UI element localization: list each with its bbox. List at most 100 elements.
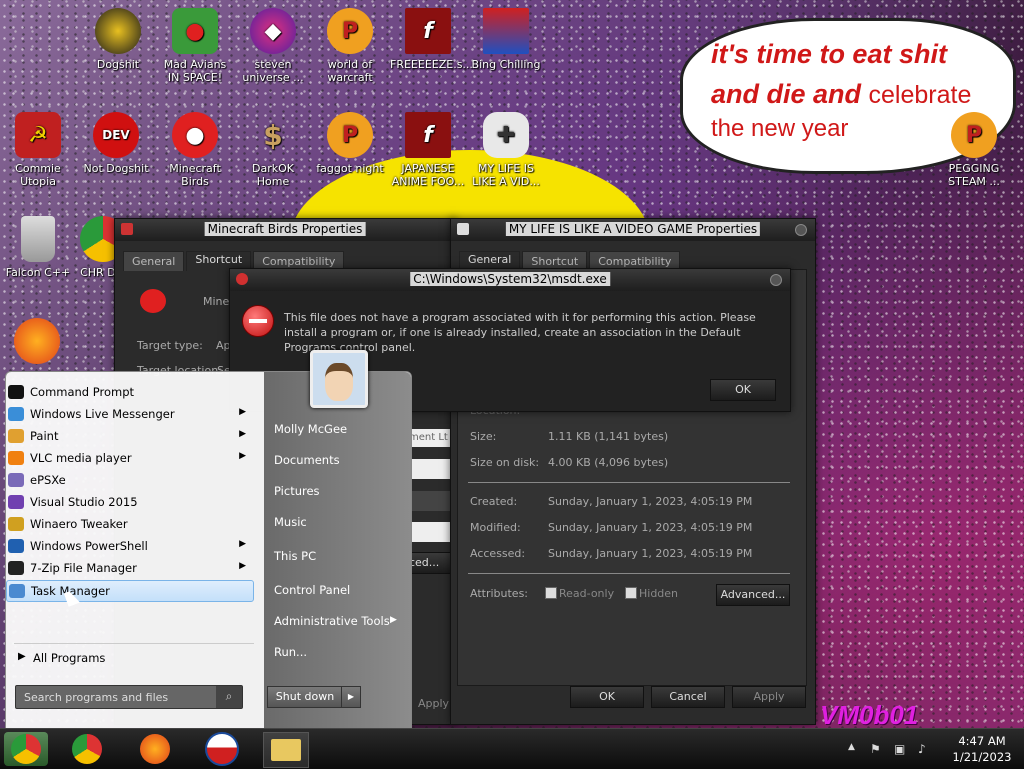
start-program-label: Visual Studio 2015: [30, 495, 138, 509]
window-titlebar[interactable]: Minecraft Birds Properties: [115, 219, 455, 241]
start-program-item[interactable]: Windows Live Messenger ▶: [6, 404, 252, 424]
start-link-music[interactable]: Music: [274, 515, 307, 529]
close-icon[interactable]: [770, 274, 782, 286]
field-fragment-2[interactable]: [409, 459, 451, 479]
modified-value: Sunday, January 1, 2023, 4:05:19 PM: [548, 521, 753, 534]
desktop-icon-minecraft-birds[interactable]: ● Minecraft Birds: [157, 112, 233, 188]
search-box[interactable]: ⌕: [15, 685, 243, 709]
dialog-titlebar[interactable]: C:\Windows\System32\msdt.exe: [230, 269, 790, 291]
start-program-item[interactable]: VLC media player ▶: [6, 448, 252, 468]
window-title: MY LIFE IS LIKE A VIDEO GAME Properties: [505, 222, 761, 236]
desktop-icon-bing-chilling[interactable]: Bing Chilling: [468, 8, 544, 71]
watermark-text: VM0b01: [820, 700, 919, 730]
desktop-icon-falcon-cpp[interactable]: Falcon C++: [0, 216, 76, 279]
hidden-checkbox[interactable]: [625, 587, 637, 599]
desktop-icon-world-of-warcraft[interactable]: Pworld of warcraft: [312, 8, 388, 84]
start-link-documents[interactable]: Documents: [274, 453, 340, 467]
start-link-control-panel[interactable]: Control Panel: [274, 583, 350, 597]
advanced-button[interactable]: Advanced...: [716, 584, 790, 606]
start-button[interactable]: [4, 732, 48, 766]
desktop-icon-my-life[interactable]: ✚ MY LIFE IS LIKE A VID...: [468, 112, 544, 188]
close-icon[interactable]: [795, 224, 807, 236]
field-fragment-1[interactable]: ment Lt: [409, 429, 451, 447]
taskbar-firefox[interactable]: [133, 732, 177, 766]
start-program-item[interactable]: Winaero Tweaker: [6, 514, 252, 534]
desktop-icon-firefox[interactable]: [12, 318, 62, 368]
readonly-checkbox[interactable]: [545, 587, 557, 599]
start-program-item[interactable]: Command Prompt: [6, 382, 252, 402]
p-badge-icon: P: [327, 112, 373, 158]
desktop-icon-not-dogshit[interactable]: DEV Not Dogshit: [78, 112, 154, 175]
window-titlebar[interactable]: MY LIFE IS LIKE A VIDEO GAME Properties: [451, 219, 815, 241]
volume-icon[interactable]: ♪: [918, 742, 926, 756]
cancel-button[interactable]: Cancel: [651, 686, 725, 708]
tab-general[interactable]: General: [123, 251, 185, 271]
flag-icon[interactable]: ⚑: [870, 742, 881, 756]
target-type-label: Target type:: [137, 339, 203, 352]
7zip-icon: [8, 561, 24, 575]
start-link-molly-mcgee[interactable]: Molly McGee: [274, 422, 347, 436]
firefox-icon: [14, 318, 60, 364]
shutdown-button[interactable]: Shut down: [267, 686, 343, 708]
desktop-icon-label: steven universe ...: [242, 58, 304, 84]
messenger-icon: [8, 407, 24, 421]
ok-button[interactable]: OK: [570, 686, 644, 708]
taskbar-file-explorer[interactable]: [263, 732, 309, 768]
desktop-icon-freeeeeze[interactable]: f FREEEEEZE.s...: [390, 8, 473, 71]
banner-line-3: the new year: [711, 115, 849, 142]
show-hidden-icons[interactable]: ▲: [848, 742, 855, 752]
start-program-item[interactable]: Windows PowerShell ▶: [6, 536, 252, 556]
banner-line-2b: celebrate: [868, 81, 972, 109]
taskbar-chrome[interactable]: [65, 732, 109, 766]
search-icon[interactable]: ⌕: [216, 686, 242, 708]
start-link-pictures[interactable]: Pictures: [274, 484, 320, 498]
start-link-run[interactable]: Run...: [274, 645, 307, 659]
desktop-icon-label: faggot night: [316, 162, 384, 175]
shutdown-options-button[interactable]: ▶: [341, 686, 361, 708]
taskbar-obama[interactable]: [200, 732, 244, 766]
window-title: Minecraft Birds Properties: [204, 222, 366, 236]
vlc-icon: [8, 451, 24, 465]
angry-bird-icon: ●: [172, 112, 218, 158]
all-programs-link[interactable]: All Programs: [33, 651, 105, 665]
start-program-item[interactable]: 7-Zip File Manager ▶: [6, 558, 252, 578]
desktop-icon-steven-universe[interactable]: ◆ steven universe ...: [235, 8, 311, 84]
start-link-this-pc[interactable]: This PC: [274, 549, 316, 563]
desktop-icon-label: JAPANESE ANIME FOO...: [391, 162, 465, 188]
dialog-title: C:\Windows\System32\msdt.exe: [410, 272, 610, 286]
desktop-icon-pegging-steam[interactable]: P PEGGING STEAM ...: [936, 112, 1012, 188]
clock[interactable]: 4:47 AM 1/21/2023: [944, 733, 1020, 765]
modified-label: Modified:: [470, 521, 521, 534]
desktop-icon-commie-utopia[interactable]: ☭ Commie Utopia: [0, 112, 76, 188]
desktop-icon-darkok-home[interactable]: $ DarkOK Home: [235, 112, 311, 188]
network-icon[interactable]: ▣: [894, 742, 905, 756]
apply-button[interactable]: Apply: [732, 686, 806, 708]
accessed-label: Accessed:: [470, 547, 526, 560]
start-program-item[interactable]: Task Manager: [6, 580, 254, 602]
desktop-icon-dogshit[interactable]: Dogshit: [80, 8, 156, 71]
desktop-icon-japanese-anime[interactable]: f JAPANESE ANIME FOO...: [390, 112, 466, 188]
epsxe-icon: [8, 473, 24, 487]
obama-icon: [205, 732, 239, 766]
dropdown-fragment[interactable]: [409, 491, 451, 511]
p-badge-icon: P: [951, 112, 997, 158]
desktop-icon-label: Commie Utopia: [15, 162, 61, 188]
start-program-label: ePSXe: [30, 473, 66, 487]
ok-button[interactable]: OK: [710, 379, 776, 401]
apply-button[interactable]: Apply: [418, 697, 449, 710]
field-fragment-3[interactable]: [409, 522, 451, 542]
desktop-icon-faggot-night[interactable]: Pfaggot night: [312, 112, 388, 175]
start-program-item[interactable]: Paint ▶: [6, 426, 252, 446]
avatar: [310, 350, 368, 408]
desktop-icon-label: world of warcraft: [327, 58, 373, 84]
desktop-icon-mad-avians[interactable]: ● Mad Avians IN SPACE!: [157, 8, 233, 84]
start-program-item[interactable]: ePSXe: [6, 470, 252, 490]
recycle-bin-icon: [21, 216, 55, 262]
chevron-right-icon: ▶: [239, 451, 246, 461]
visual-studio-icon: [8, 495, 24, 509]
search-input[interactable]: [22, 689, 206, 705]
start-link-administrative-tools[interactable]: Administrative Tools: [274, 614, 390, 628]
size-value: 1.11 KB (1,141 bytes): [548, 430, 669, 443]
start-program-item[interactable]: Visual Studio 2015: [6, 492, 252, 512]
size-on-disk-label: Size on disk:: [470, 456, 540, 469]
